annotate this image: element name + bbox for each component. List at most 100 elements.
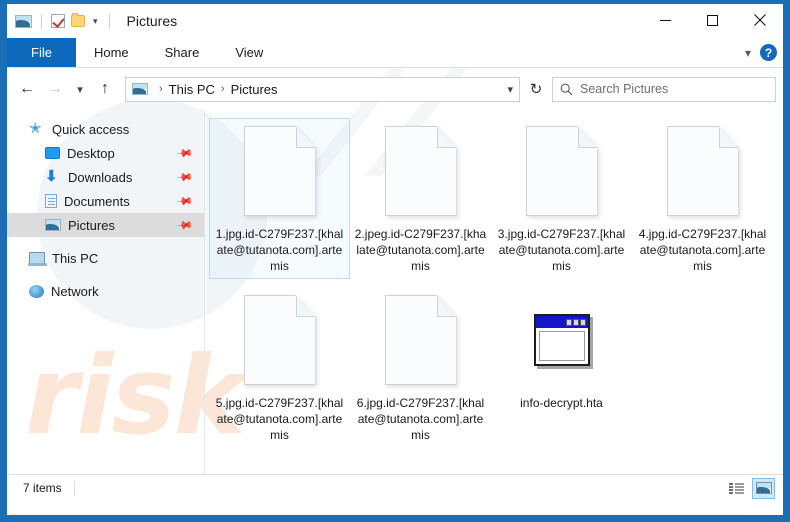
new-folder-icon[interactable] <box>71 13 85 27</box>
maximize-button[interactable] <box>689 4 736 36</box>
blank-document-icon <box>384 295 457 385</box>
file-item[interactable]: 5.jpg.id-C279F237.[khalate@tutanota.com]… <box>209 287 350 448</box>
breadcrumb[interactable]: › This PC › Pictures ▾ <box>125 76 520 102</box>
file-thumbnail <box>373 123 469 219</box>
tab-share[interactable]: Share <box>147 38 218 67</box>
sidebar-label-desktop: Desktop <box>67 145 115 161</box>
file-name: 1.jpg.id-C279F237.[khalate@tutanota.com]… <box>215 227 344 273</box>
file-item[interactable]: 6.jpg.id-C279F237.[khalate@tutanota.com]… <box>350 287 491 448</box>
star-icon: ✭ <box>29 120 42 137</box>
downloads-icon: ⬇ <box>45 168 58 185</box>
sidebar-item-quick-access[interactable]: ✭ Quick access <box>7 117 204 141</box>
file-thumbnail <box>232 123 328 219</box>
sidebar-label-quick-access: Quick access <box>52 121 130 137</box>
toolbar-divider <box>41 13 42 29</box>
breadcrumb-this-pc[interactable]: This PC <box>169 82 215 97</box>
toolbar-divider-2 <box>108 13 110 29</box>
recent-locations-chevron-icon[interactable]: ▾ <box>70 76 90 102</box>
blank-document-icon <box>243 295 316 385</box>
properties-icon[interactable] <box>51 14 65 28</box>
window-title: Pictures <box>126 13 178 29</box>
blank-document-icon <box>384 126 457 216</box>
pin-icon-documents[interactable]: 📌 <box>176 192 195 210</box>
file-name: 3.jpg.id-C279F237.[khalate@tutanota.com]… <box>497 227 626 273</box>
sidebar-label-downloads: Downloads <box>68 169 133 185</box>
search-input[interactable]: Search Pictures <box>552 76 776 102</box>
quick-access-toolbar: ▾ Pictures <box>7 13 177 29</box>
main-area: ✭ Quick access Desktop 📌 ⬇ Downloads 📌 D… <box>7 110 783 474</box>
network-icon <box>29 284 44 298</box>
tab-view[interactable]: View <box>217 38 281 67</box>
tab-file[interactable]: File <box>7 38 76 67</box>
large-icons-view-button[interactable] <box>752 477 775 499</box>
back-button[interactable]: ← <box>14 76 40 102</box>
file-thumbnail <box>655 123 751 219</box>
pin-icon-downloads[interactable]: 📌 <box>176 168 195 186</box>
file-name: info-decrypt.hta <box>520 396 603 410</box>
sidebar-item-downloads[interactable]: ⬇ Downloads 📌 <box>7 165 204 189</box>
pictures-icon <box>45 219 61 231</box>
forward-button: → <box>47 80 63 97</box>
sidebar-item-this-pc[interactable]: This PC <box>7 246 204 270</box>
pictures-icon <box>15 14 32 28</box>
navigation-pane: ✭ Quick access Desktop 📌 ⬇ Downloads 📌 D… <box>7 110 204 474</box>
file-item[interactable]: 2.jpeg.id-C279F237.[khalate@tutanota.com… <box>350 118 491 279</box>
status-divider <box>73 480 75 496</box>
large-icons-view-icon <box>755 482 772 494</box>
minimize-button[interactable] <box>642 4 689 36</box>
breadcrumb-dropdown-icon[interactable]: ▾ <box>507 83 513 96</box>
file-item[interactable]: 4.jpg.id-C279F237.[khalate@tutanota.com]… <box>632 118 773 279</box>
breadcrumb-pictures[interactable]: Pictures <box>231 82 278 97</box>
address-bar: ← → ▾ ↑ › This PC › Pictures ▾ ↻ Search … <box>7 68 783 110</box>
title-bar: ▾ Pictures <box>7 4 783 38</box>
documents-icon <box>45 194 57 208</box>
sidebar-label-network: Network <box>51 283 99 299</box>
refresh-icon[interactable]: ↻ <box>522 77 550 102</box>
file-thumbnail <box>232 292 328 388</box>
file-thumbnail <box>514 123 610 219</box>
tab-home[interactable]: Home <box>76 38 147 67</box>
sidebar-label-this-pc: This PC <box>52 250 99 266</box>
file-thumbnail <box>514 292 610 388</box>
pin-icon-desktop[interactable]: 📌 <box>176 144 195 162</box>
hta-window-icon <box>533 314 590 366</box>
pin-icon-pictures[interactable]: 📌 <box>176 216 195 234</box>
file-item[interactable]: info-decrypt.hta <box>491 287 632 448</box>
help-icon[interactable]: ? <box>760 44 777 61</box>
blank-document-icon <box>243 126 316 216</box>
item-count: 7 items <box>23 481 62 495</box>
sidebar-label-documents: Documents <box>64 193 130 209</box>
blank-document-icon <box>525 126 598 216</box>
status-bar: 7 items <box>7 474 783 501</box>
sidebar-item-desktop[interactable]: Desktop 📌 <box>7 141 204 165</box>
this-pc-icon <box>28 252 47 266</box>
sidebar-item-pictures[interactable]: Pictures 📌 <box>7 213 204 237</box>
explorer-window: // risk ▾ Pictures File Home Share View … <box>0 0 790 522</box>
breadcrumb-pictures-icon <box>132 83 148 95</box>
up-button[interactable]: ↑ <box>92 76 118 102</box>
file-thumbnail <box>373 292 469 388</box>
blank-document-icon <box>666 126 739 216</box>
breadcrumb-separator-1: › <box>220 83 225 95</box>
file-name: 4.jpg.id-C279F237.[khalate@tutanota.com]… <box>638 227 767 273</box>
close-button[interactable] <box>736 4 783 36</box>
search-placeholder: Search Pictures <box>580 82 669 96</box>
file-list-view: 1.jpg.id-C279F237.[khalate@tutanota.com]… <box>205 110 783 474</box>
sidebar-item-network[interactable]: Network <box>7 279 204 303</box>
details-view-icon <box>729 482 744 494</box>
file-grid: 1.jpg.id-C279F237.[khalate@tutanota.com]… <box>209 118 783 456</box>
file-name: 2.jpeg.id-C279F237.[khalate@tutanota.com… <box>354 227 487 273</box>
window-controls <box>642 4 783 36</box>
file-name: 6.jpg.id-C279F237.[khalate@tutanota.com]… <box>356 396 485 442</box>
details-view-button[interactable] <box>725 478 748 499</box>
ribbon-tabs: File Home Share View ▾ ? <box>7 38 783 68</box>
file-item[interactable]: 3.jpg.id-C279F237.[khalate@tutanota.com]… <box>491 118 632 279</box>
customize-chevron-icon[interactable]: ▾ <box>91 16 100 26</box>
desktop-icon <box>45 147 60 159</box>
file-item[interactable]: 1.jpg.id-C279F237.[khalate@tutanota.com]… <box>209 118 350 279</box>
file-name: 5.jpg.id-C279F237.[khalate@tutanota.com]… <box>215 396 344 442</box>
sidebar-item-documents[interactable]: Documents 📌 <box>7 189 204 213</box>
ribbon-collapse-chevron-icon[interactable]: ▾ <box>745 46 751 60</box>
